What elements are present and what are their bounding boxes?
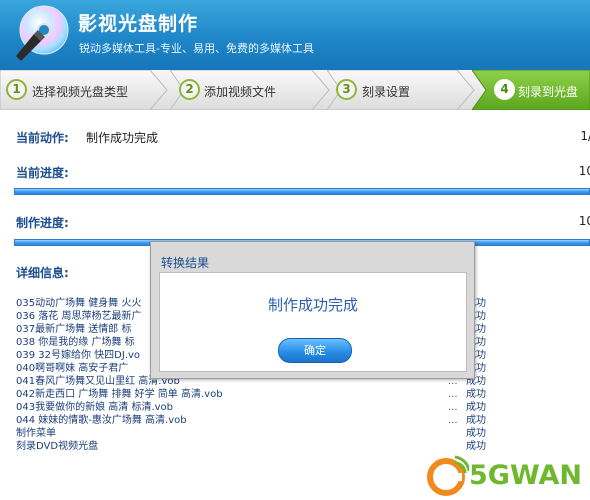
log-row-status: 成功 [466, 402, 486, 413]
log-row-text: 制作菜单 [16, 428, 56, 439]
log-row-status: 成功 [466, 428, 486, 439]
step-label: 添加视频文件 [204, 85, 277, 99]
make-progress-value: 10 [578, 214, 590, 228]
current-progress-value: 10 [578, 164, 590, 178]
step-burn-to-disc[interactable]: 4 刻录到光盘 [472, 70, 590, 110]
ok-button[interactable]: 确定 [278, 338, 352, 363]
step-number: 4 [494, 79, 515, 100]
app-header: 影视光盘制作 锐动多媒体工具-专业、易用、免费的多媒体工具 [0, 0, 590, 70]
current-action-label: 当前动作: [16, 131, 69, 145]
current-action-count: 1/ [580, 129, 590, 143]
result-dialog: 转换结果 制作成功完成 确定 [150, 241, 475, 379]
disc-torch-logo-icon [16, 5, 69, 61]
wizard-steps: 1 选择视频光盘类型 2 添加视频文件 3 刻录设置 4 刻录到光盘 [0, 70, 590, 110]
app-subtitle: 锐动多媒体工具-专业、易用、免费的多媒体工具 [79, 42, 314, 55]
app-title: 影视光盘制作 [78, 13, 199, 35]
log-row: 043我要做你的新娘 高清 标清.vob... 成功 [16, 401, 590, 414]
step-label: 刻录到光盘 [518, 85, 579, 99]
log-row-status: 成功 [466, 389, 486, 400]
current-progress-bar [14, 188, 590, 195]
step-select-disc-type[interactable]: 1 选择视频光盘类型 [0, 70, 168, 110]
current-action-value: 制作成功完成 [86, 131, 159, 145]
log-row-text: 044 妹妹的情歌-惠汝广场舞 高清.vob [16, 415, 187, 426]
log-row-ellipsis: ... [448, 415, 458, 426]
log-row: 044 妹妹的情歌-惠汝广场舞 高清.vob... 成功 [16, 414, 590, 427]
dialog-body: 制作成功完成 确定 [159, 272, 467, 372]
watermark-text: 5GWAN [469, 460, 583, 491]
step-number: 1 [6, 79, 27, 100]
log-row-text: 037最新广场舞 送情郎 标 [16, 324, 132, 335]
dialog-title: 转换结果 [161, 256, 210, 270]
log-row-ellipsis: ... [448, 402, 458, 413]
log-row-text: 038 你是我的缘 广场舞 标 [16, 337, 135, 348]
watermark: 5GWAN [425, 451, 590, 500]
step-number: 2 [179, 79, 200, 100]
watermark-logo-icon [427, 455, 469, 496]
log-row-text: 039 32号嫁给你 快四DJ.vo [16, 350, 141, 361]
log-row-text: 036 落花 周思萍杨艺最新广 [16, 311, 142, 322]
log-row-text: 刻录DVD视频光盘 [16, 441, 99, 452]
step-add-video-files[interactable]: 2 添加视频文件 [170, 70, 330, 110]
current-progress-label: 当前进度: [16, 166, 69, 180]
log-row-text: 040啊哥啊妹 高安子君广 [16, 363, 129, 374]
dialog-message: 制作成功完成 [267, 296, 358, 314]
log-row-status: 成功 [466, 415, 486, 426]
step-label: 刻录设置 [362, 85, 411, 99]
log-row-text: 043我要做你的新娘 高清 标清.vob [16, 402, 174, 413]
make-progress-label: 制作进度: [16, 216, 69, 230]
log-row: 制作菜单 成功 [16, 427, 590, 440]
details-label: 详细信息: [16, 266, 69, 280]
step-label: 选择视频光盘类型 [32, 85, 129, 99]
log-row-text: 042新走西口 广场舞 排舞 好学 简单 高清.vob [16, 389, 223, 400]
log-row-ellipsis: ... [448, 389, 458, 400]
step-burn-settings[interactable]: 3 刻录设置 [327, 70, 475, 110]
log-row: 042新走西口 广场舞 排舞 好学 简单 高清.vob... 成功 [16, 388, 590, 401]
step-number: 3 [336, 79, 357, 100]
log-row-text: 035动动广场舞 健身舞 火火 [16, 298, 142, 309]
